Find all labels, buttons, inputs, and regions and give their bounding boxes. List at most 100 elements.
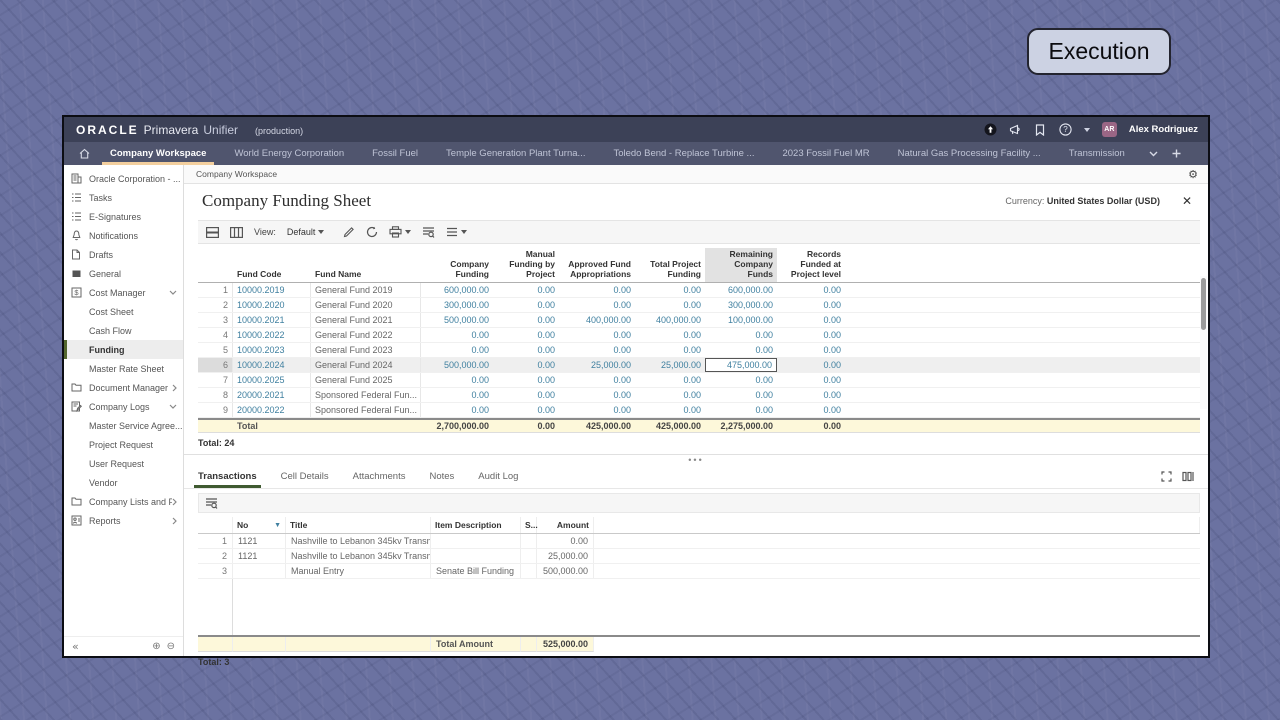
detail-tab[interactable]: Attachments xyxy=(353,464,406,488)
fund-name-cell[interactable]: Sponsored Federal Fun... xyxy=(311,403,421,417)
value-cell[interactable]: 0.00 xyxy=(777,403,845,417)
sidebar-item[interactable]: Project Request xyxy=(64,435,183,454)
detail-tab[interactable]: Transactions xyxy=(198,464,257,488)
row-number[interactable]: 9 xyxy=(198,403,233,417)
value-cell[interactable]: 0.00 xyxy=(705,373,777,387)
column-header[interactable]: Company Funding xyxy=(421,248,493,282)
find-in-transactions-icon[interactable] xyxy=(205,497,218,509)
status-cell[interactable] xyxy=(521,564,537,578)
value-cell[interactable]: 25,000.00 xyxy=(559,358,635,372)
item-description-cell[interactable] xyxy=(431,549,521,563)
fund-code-link[interactable]: 20000.2022 xyxy=(233,403,311,417)
home-icon[interactable] xyxy=(72,142,96,165)
value-cell[interactable]: 0.00 xyxy=(493,328,559,342)
split-rows-icon[interactable] xyxy=(206,227,219,238)
sidebar-item[interactable]: General xyxy=(64,264,183,283)
row-number-header[interactable] xyxy=(198,517,233,533)
row-number[interactable]: 3 xyxy=(198,564,233,578)
sidebar-item[interactable]: Oracle Corporation - ... xyxy=(64,169,183,188)
value-cell[interactable]: 0.00 xyxy=(635,343,705,357)
value-cell[interactable]: 0.00 xyxy=(705,343,777,357)
detail-tab[interactable]: Audit Log xyxy=(478,464,518,488)
sidebar-item[interactable]: Vendor xyxy=(64,473,183,492)
chevron-right-icon[interactable] xyxy=(172,517,177,525)
add-tab-icon[interactable] xyxy=(1172,149,1181,158)
row-number[interactable]: 4 xyxy=(198,328,233,342)
value-cell[interactable]: 0.00 xyxy=(559,373,635,387)
value-cell[interactable]: 0.00 xyxy=(777,313,845,327)
value-cell[interactable]: 0.00 xyxy=(777,358,845,372)
column-header[interactable]: Fund Code xyxy=(233,248,311,282)
value-cell[interactable]: 400,000.00 xyxy=(635,313,705,327)
value-cell[interactable]: 0.00 xyxy=(705,403,777,417)
amount-cell[interactable]: 25,000.00 xyxy=(537,549,594,563)
sidebar-item[interactable]: $Cost Manager xyxy=(64,283,183,302)
value-cell[interactable]: 100,000.00 xyxy=(705,313,777,327)
title-cell[interactable]: Nashville to Lebanon 345kv Transmissio..… xyxy=(286,534,431,548)
value-cell[interactable]: 0.00 xyxy=(493,283,559,297)
chevron-down-icon[interactable] xyxy=(169,404,177,409)
item-description-cell[interactable] xyxy=(431,534,521,548)
row-number[interactable]: 7 xyxy=(198,373,233,387)
dock-right-icon[interactable] xyxy=(1182,471,1194,482)
value-cell[interactable]: 0.00 xyxy=(421,388,493,402)
row-number-header[interactable] xyxy=(198,248,233,282)
no-cell[interactable] xyxy=(233,564,286,578)
value-cell[interactable]: 0.00 xyxy=(635,328,705,342)
row-number[interactable]: 3 xyxy=(198,313,233,327)
value-cell[interactable]: 0.00 xyxy=(421,373,493,387)
chevron-down-icon[interactable] xyxy=(169,290,177,295)
value-cell[interactable]: 0.00 xyxy=(559,388,635,402)
zoom-out-icon[interactable]: ⊖ xyxy=(167,641,175,652)
column-header[interactable]: Fund Name xyxy=(311,248,421,282)
zoom-in-icon[interactable]: ⊕ xyxy=(152,641,160,652)
title-cell[interactable]: Manual Entry xyxy=(286,564,431,578)
workspace-tab[interactable]: Company Workspace xyxy=(96,142,220,165)
fund-code-link[interactable]: 10000.2021 xyxy=(233,313,311,327)
value-cell[interactable]: 0.00 xyxy=(493,403,559,417)
row-number[interactable]: 1 xyxy=(198,534,233,548)
value-cell[interactable]: 0.00 xyxy=(421,343,493,357)
value-cell[interactable]: 0.00 xyxy=(777,328,845,342)
column-header[interactable]: S... xyxy=(521,517,537,533)
sidebar-item[interactable]: Tasks xyxy=(64,188,183,207)
value-cell[interactable]: 0.00 xyxy=(777,388,845,402)
value-cell[interactable]: 0.00 xyxy=(559,283,635,297)
title-cell[interactable]: Nashville to Lebanon 345kv Transmissio..… xyxy=(286,549,431,563)
column-header[interactable]: Amount xyxy=(537,517,594,533)
workspace-tab[interactable]: Fossil Fuel xyxy=(358,142,432,165)
fund-code-link[interactable]: 10000.2023 xyxy=(233,343,311,357)
value-cell[interactable]: 0.00 xyxy=(635,298,705,312)
split-columns-icon[interactable] xyxy=(230,227,243,238)
fund-code-link[interactable]: 10000.2020 xyxy=(233,298,311,312)
fund-name-cell[interactable]: General Fund 2024 xyxy=(311,358,421,372)
panel-splitter-handle[interactable]: ••• xyxy=(184,454,1208,464)
value-cell[interactable]: 0.00 xyxy=(777,283,845,297)
column-header[interactable]: Remaining Company Funds xyxy=(705,248,777,282)
announcements-icon[interactable] xyxy=(1009,123,1022,136)
value-cell[interactable]: 0.00 xyxy=(559,328,635,342)
edit-icon[interactable] xyxy=(343,226,355,238)
help-icon[interactable]: ? xyxy=(1059,123,1072,136)
grid-scrollbar[interactable] xyxy=(1200,276,1207,409)
no-cell[interactable]: 1121 xyxy=(233,534,286,548)
menu-options[interactable] xyxy=(446,227,467,237)
workspace-tab[interactable]: Toledo Bend - Replace Turbine ... xyxy=(599,142,768,165)
workspace-tab[interactable]: World Energy Corporation xyxy=(220,142,358,165)
value-cell[interactable]: 400,000.00 xyxy=(559,313,635,327)
chevron-right-icon[interactable] xyxy=(172,498,177,506)
workspace-tab[interactable]: 2023 Fossil Fuel MR xyxy=(768,142,883,165)
sort-desc-icon[interactable]: ▼ xyxy=(274,522,281,529)
avatar[interactable]: AR xyxy=(1102,122,1117,137)
fund-name-cell[interactable]: Sponsored Federal Fun... xyxy=(311,388,421,402)
fund-code-link[interactable]: 10000.2019 xyxy=(233,283,311,297)
user-name[interactable]: Alex Rodriguez xyxy=(1129,124,1198,135)
fund-name-cell[interactable]: General Fund 2019 xyxy=(311,283,421,297)
sidebar-item[interactable]: Master Rate Sheet xyxy=(64,359,183,378)
bookmarks-icon[interactable] xyxy=(1034,123,1047,136)
sidebar-item[interactable]: Drafts xyxy=(64,245,183,264)
row-number[interactable]: 8 xyxy=(198,388,233,402)
help-caret-icon[interactable] xyxy=(1084,128,1090,132)
maximize-icon[interactable] xyxy=(1161,471,1172,482)
collapse-sidebar-icon[interactable]: « xyxy=(72,640,79,653)
